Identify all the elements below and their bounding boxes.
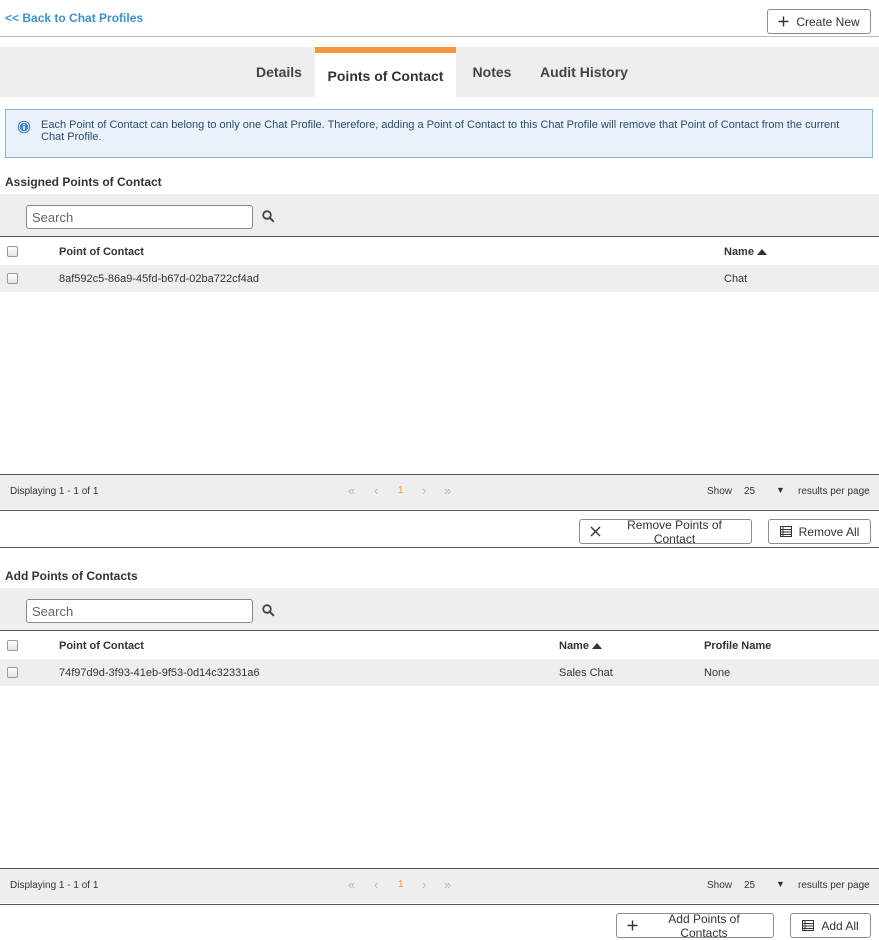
first-page-icon[interactable]: «: [348, 483, 355, 498]
add-all-button[interactable]: Add All: [790, 913, 871, 938]
add-search-bar: [0, 588, 879, 630]
tab-bar: Details Points of Contact Notes Audit Hi…: [0, 47, 879, 97]
divider: [0, 36, 879, 37]
divider: [0, 236, 879, 237]
cell-name: Sales Chat: [559, 666, 613, 679]
tab-label: Audit History: [540, 64, 628, 80]
last-page-icon[interactable]: »: [444, 483, 451, 498]
column-header-label: Name: [559, 640, 589, 652]
displaying-count: Displaying 1 - 1 of 1: [10, 880, 99, 891]
plus-icon: [778, 16, 789, 27]
assigned-search-bar: [0, 194, 879, 236]
add-label: Add Points of Contacts: [668, 911, 740, 940]
remove-all-label: Remove All: [798, 524, 860, 539]
list-icon: [779, 526, 792, 537]
assigned-section-title: Assigned Points of Contact: [5, 175, 162, 189]
search-icon[interactable]: [262, 210, 275, 223]
info-banner: Each Point of Contact can belong to only…: [5, 109, 873, 158]
cell-name: Chat: [724, 272, 748, 285]
select-all-checkbox[interactable]: [7, 640, 18, 651]
tab-points-of-contact[interactable]: Points of Contact: [315, 47, 456, 97]
row-checkbox[interactable]: [7, 667, 18, 678]
create-new-label: Create New: [796, 14, 860, 29]
dropdown-arrow-icon: ▼: [776, 485, 785, 495]
row-checkbox[interactable]: [7, 273, 18, 284]
last-page-icon[interactable]: »: [444, 877, 451, 892]
table-row[interactable]: 8af592c5-86a9-45fd-b67d-02ba722cf4ad Cha…: [0, 265, 879, 292]
column-header-point-of-contact[interactable]: Point of Contact: [59, 238, 144, 266]
per-page-select[interactable]: 25 ▼: [744, 879, 788, 891]
tab-audit-history[interactable]: Audit History: [533, 47, 635, 97]
previous-page-icon[interactable]: ‹: [374, 483, 378, 498]
results-per-page-label: results per page: [798, 880, 870, 891]
show-label: Show: [707, 880, 733, 891]
next-page-icon[interactable]: ›: [422, 877, 426, 892]
add-all-label: Add All: [821, 918, 859, 933]
table-row[interactable]: 74f97d9d-3f93-41eb-9f53-0d14c32331a6 Sal…: [0, 659, 879, 686]
page-number[interactable]: 1: [398, 485, 404, 496]
column-header-name[interactable]: Name: [559, 632, 602, 660]
page-number[interactable]: 1: [398, 879, 404, 890]
dropdown-arrow-icon: ▼: [776, 879, 785, 889]
create-new-button[interactable]: Create New: [767, 9, 871, 34]
list-icon: [802, 920, 815, 931]
tab-details[interactable]: Details: [245, 47, 313, 97]
x-icon: [590, 526, 601, 537]
add-table-header: Point of Contact Name Profile Name: [0, 632, 879, 660]
next-page-icon[interactable]: ›: [422, 483, 426, 498]
results-per-page-label: results per page: [798, 486, 870, 497]
cell-profile-name: None: [704, 666, 731, 679]
add-points-of-contacts-button[interactable]: Add Points of Contacts: [616, 911, 774, 940]
divider: [0, 547, 879, 548]
divider: [0, 904, 879, 905]
column-header-name[interactable]: Name: [724, 238, 767, 266]
per-page-select[interactable]: 25 ▼: [744, 485, 788, 497]
previous-page-icon[interactable]: ‹: [374, 877, 378, 892]
assigned-search-input[interactable]: [26, 205, 253, 229]
add-section-title: Add Points of Contacts: [5, 569, 138, 583]
search-icon[interactable]: [262, 604, 275, 617]
divider: [0, 630, 879, 631]
tab-label: Notes: [472, 64, 512, 80]
back-to-chat-profiles-link[interactable]: << Back to Chat Profiles: [5, 11, 143, 25]
remove-all-button[interactable]: Remove All: [768, 519, 871, 544]
info-text: Each Point of Contact can belong to only…: [41, 119, 840, 143]
cell-point-of-contact: 8af592c5-86a9-45fd-b67d-02ba722cf4ad: [59, 272, 259, 285]
per-page-value: 25: [744, 486, 756, 497]
select-all-checkbox[interactable]: [7, 246, 18, 257]
first-page-icon[interactable]: «: [348, 877, 355, 892]
per-page-value: 25: [744, 880, 756, 891]
sort-ascending-icon: [591, 643, 602, 649]
add-pager: Displaying 1 - 1 of 1 « ‹ 1 › » Show 25 ▼…: [0, 869, 879, 903]
column-header-point-of-contact[interactable]: Point of Contact: [59, 632, 144, 660]
displaying-count: Displaying 1 - 1 of 1: [10, 486, 99, 497]
tab-label: Points of Contact: [327, 68, 444, 84]
add-search-input[interactable]: [26, 599, 253, 623]
remove-label: Remove Points of Contact: [627, 517, 722, 546]
remove-points-of-contact-button[interactable]: Remove Points of Contact: [579, 517, 752, 546]
assigned-pager: Displaying 1 - 1 of 1 « ‹ 1 › » Show 25 ▼…: [0, 475, 879, 509]
divider: [0, 510, 879, 511]
tab-label: Details: [256, 64, 302, 80]
column-header-profile-name[interactable]: Profile Name: [704, 632, 771, 660]
column-header-label: Name: [724, 246, 754, 258]
plus-icon: [627, 920, 638, 931]
sort-ascending-icon: [756, 249, 767, 255]
info-icon: [17, 120, 31, 134]
show-label: Show: [707, 486, 733, 497]
assigned-table-header: Point of Contact Name: [0, 238, 879, 266]
tab-notes[interactable]: Notes: [463, 47, 521, 97]
cell-point-of-contact: 74f97d9d-3f93-41eb-9f53-0d14c32331a6: [59, 666, 260, 679]
